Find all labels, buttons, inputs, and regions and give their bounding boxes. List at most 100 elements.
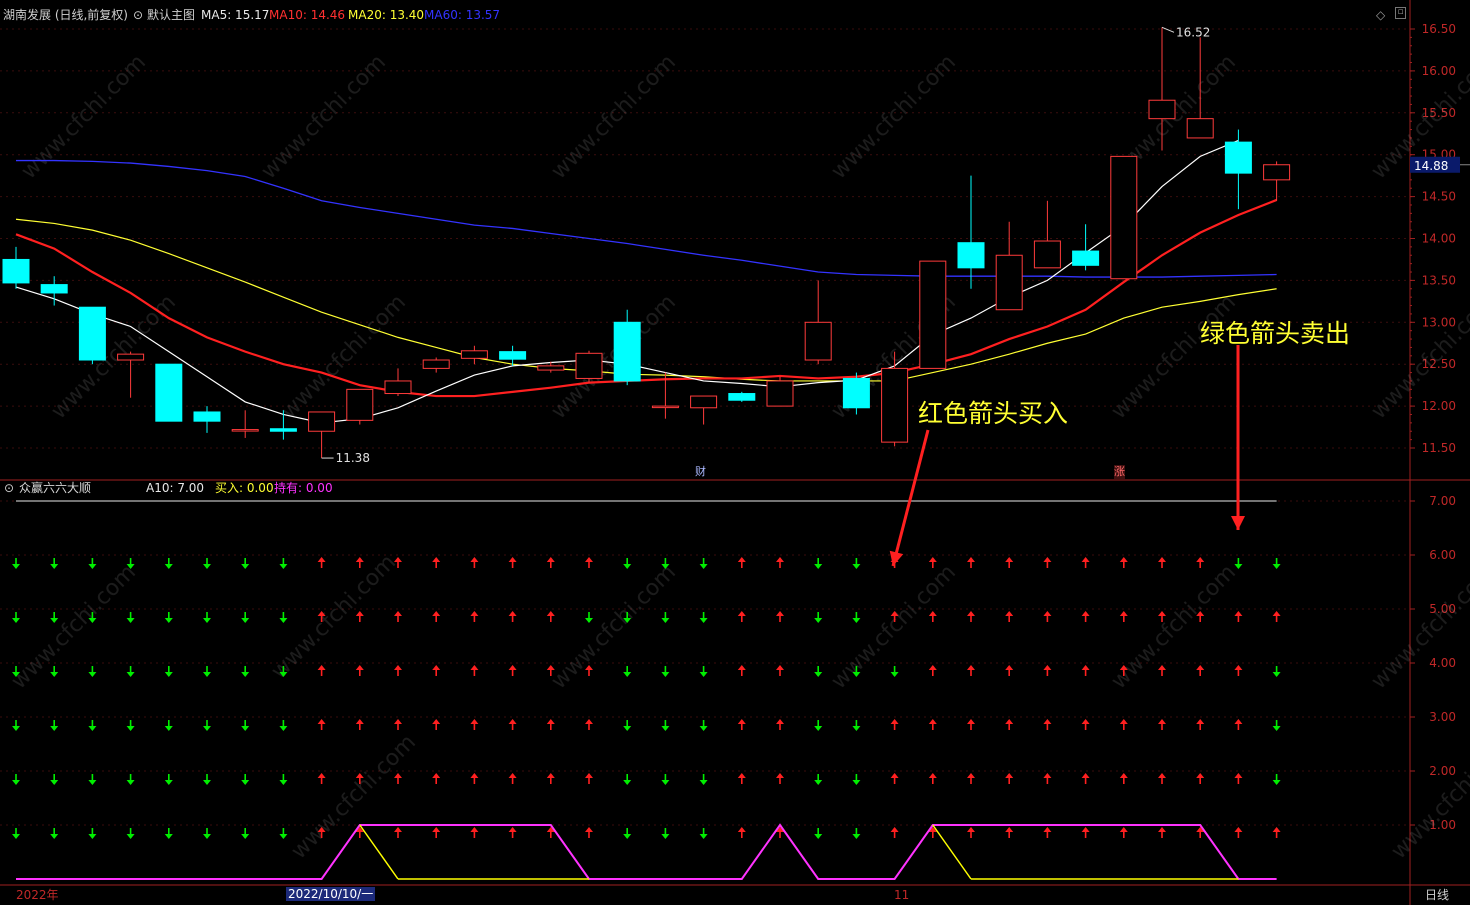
buy-arrow-icon (470, 557, 479, 562)
buy-arrow-icon (546, 611, 555, 616)
buy-arrow-icon (1158, 827, 1166, 832)
buy-arrow-icon (967, 557, 975, 562)
buy-arrow-icon (1005, 557, 1014, 562)
buy-arrow-icon (967, 611, 975, 616)
price-tick-label: 12.00 (1422, 399, 1456, 413)
candle-body (1033, 240, 1061, 269)
stock-chart[interactable]: 16.5016.0015.5015.0014.5014.0013.5013.00… (0, 0, 1470, 905)
watermark-text: www.cfchi.com (1107, 560, 1241, 694)
sell-arrow-icon (279, 780, 288, 785)
watermark-text: www.cfchi.com (1107, 290, 1241, 424)
buy-arrow-icon (928, 665, 937, 670)
buy-arrow-icon (394, 665, 402, 670)
sell-arrow-icon (623, 834, 632, 839)
buy-arrow-icon (737, 665, 746, 670)
ma60-label: MA60: 13.57 (424, 8, 501, 22)
candle-body (78, 306, 106, 361)
indicator-name[interactable]: 默认主图 (147, 8, 195, 22)
buy-arrow-icon (890, 773, 899, 778)
ma5-label: MA5: 15.17 (201, 8, 270, 22)
buy-arrow-icon (470, 827, 479, 832)
sell-arrow-icon (241, 564, 250, 569)
footer-month: 11 (894, 888, 910, 902)
period-selector[interactable]: 日线 (1425, 888, 1449, 902)
watermark-text: www.cfchi.com (547, 560, 681, 694)
candle-body (2, 258, 30, 284)
sell-arrow-icon (164, 672, 173, 677)
diamond-icon[interactable]: ◇ (1376, 8, 1385, 22)
sell-annotation: 绿色箭头卖出 (1200, 319, 1351, 348)
sell-arrow-icon (164, 780, 173, 785)
candle-body (575, 352, 603, 379)
sell-arrow-icon (623, 780, 632, 785)
sell-arrow-icon (241, 672, 250, 677)
buy-arrow-icon (432, 719, 441, 724)
buy-arrow-icon (317, 719, 326, 724)
buy-arrow-icon (470, 719, 479, 724)
sell-arrow-icon (12, 564, 20, 569)
sell-arrow-icon (699, 834, 708, 839)
sell-arrow-icon (699, 618, 708, 623)
sell-arrow-icon (661, 672, 670, 677)
buy-annotation-arrow-head-icon (889, 550, 904, 566)
buy-arrow-icon (737, 719, 746, 724)
buy-arrow-icon (585, 719, 593, 724)
candle-body (728, 393, 756, 401)
sell-arrow-icon (203, 618, 211, 623)
buy-annotation: 红色箭头买入 (918, 399, 1069, 428)
sell-arrow-icon (50, 780, 59, 785)
buy-arrow-icon (317, 665, 326, 670)
buy-arrow-icon (508, 665, 517, 670)
buy-arrow-icon (546, 719, 555, 724)
candle-body (460, 350, 488, 359)
sell-arrow-icon (88, 726, 97, 731)
sell-arrow-icon (12, 726, 20, 731)
buy-arrow-icon (508, 557, 517, 562)
buy-arrow-icon (1081, 719, 1090, 724)
candle-body (842, 377, 870, 409)
candle-body (1186, 118, 1214, 139)
high-price-label: 16.52 (1176, 25, 1210, 39)
sub-indicator-name[interactable]: 众赢六六大顺 (19, 481, 91, 495)
current-price-label: 14.88 (1414, 159, 1448, 173)
stock-title[interactable]: 湖南发展 (日线,前复权) (3, 8, 128, 22)
buy-arrow-icon (585, 827, 593, 832)
sell-arrow-icon (814, 834, 823, 839)
sell-arrow-icon (814, 564, 823, 569)
buy-arrow-icon (776, 719, 784, 724)
ma20-line (15, 218, 1277, 382)
candle-body (690, 395, 718, 409)
buy-arrow-icon (432, 557, 441, 562)
buy-arrow-icon (776, 557, 784, 562)
buy-arrow-icon (394, 773, 402, 778)
sell-arrow-icon (661, 726, 670, 731)
candle-body (537, 365, 565, 371)
buy-arrow-icon (928, 773, 937, 778)
buy-arrow-icon (1043, 773, 1052, 778)
buy-arrow-icon (1119, 611, 1128, 616)
indicator-dropdown-icon[interactable]: ⊙ (133, 8, 143, 22)
buy-arrow-icon (1043, 557, 1052, 562)
sell-arrow-icon (203, 726, 211, 731)
sell-arrow-icon (699, 726, 708, 731)
buy-arrow-icon (1119, 827, 1128, 832)
candle-body (995, 254, 1023, 311)
sell-arrow-icon (241, 618, 250, 623)
zhang-marker[interactable]: 涨 (1114, 465, 1125, 479)
buy-arrow-icon (546, 665, 555, 670)
buy-arrow-icon (737, 827, 746, 832)
cai-marker[interactable]: 财 (695, 465, 706, 479)
buy-arrow-icon (470, 665, 479, 670)
window-toggle-icon[interactable]: ▫ (1395, 7, 1406, 19)
watermark-text: www.cfchi.com (267, 550, 401, 684)
buy-arrow-icon (737, 773, 746, 778)
buy-arrow-icon (1005, 611, 1014, 616)
sell-arrow-icon (1234, 564, 1243, 569)
buy-arrow-icon (1043, 665, 1052, 670)
buy-arrow-icon (967, 827, 975, 832)
sub-chart-toggle-icon[interactable]: ⊙ (4, 481, 14, 495)
buy-arrow-icon (585, 773, 593, 778)
buy-arrow-icon (355, 557, 364, 562)
buy-arrow-icon (1196, 719, 1205, 724)
candle-body (384, 380, 412, 395)
